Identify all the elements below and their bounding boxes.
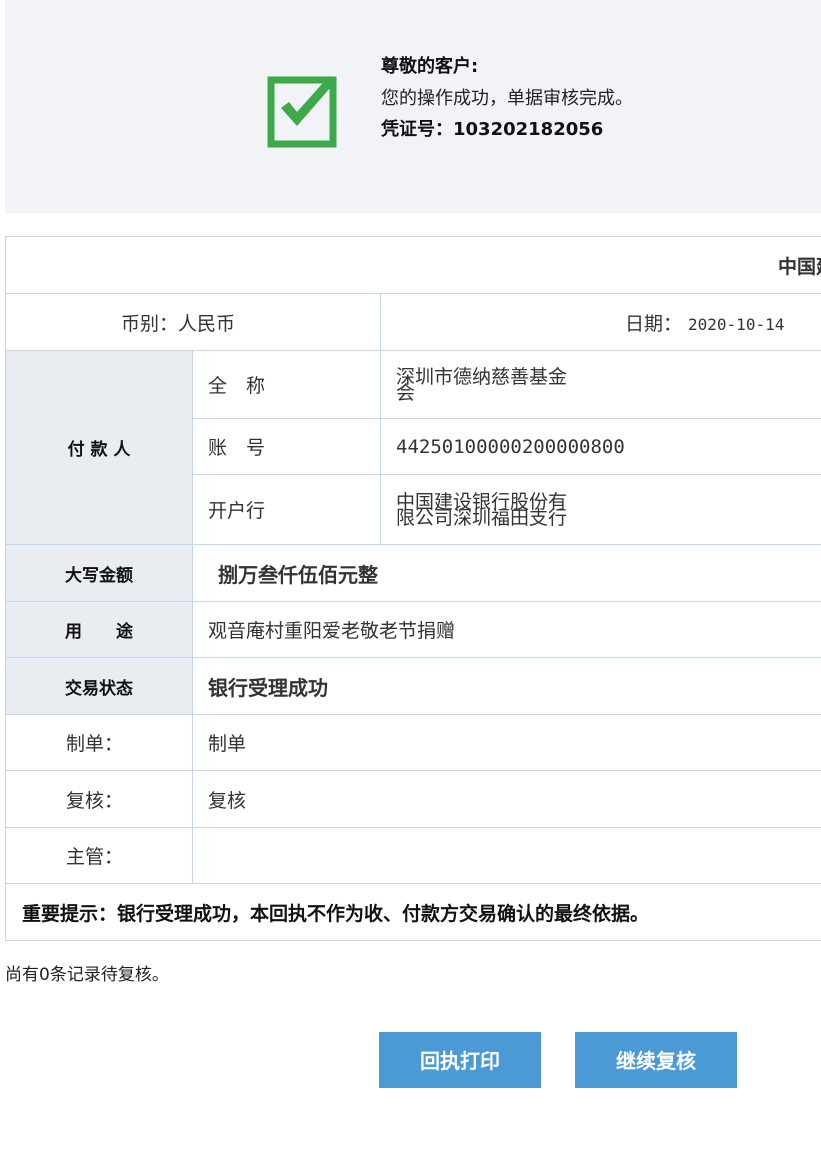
full-name-label: 全 称 [192,350,381,419]
account-value: 44250100000200000800 [379,418,821,475]
checker-value: 复核 [191,770,821,828]
voucher-value: 103202182056 [453,119,604,140]
amount-value: 捌万叁仟伍佰元整 [191,544,821,602]
greeting-text: 尊敬的客户: [381,56,479,77]
maker-value: 制单 [191,714,821,771]
status-label: 交易状态 [5,657,193,715]
currency-label: 币别： [121,312,179,335]
supervisor-label: 主管： [5,827,193,884]
success-message: 您的操作成功，单据审核完成。 [381,88,633,109]
account-label: 账 号 [192,418,381,475]
date-value: 2020-10-14 [688,314,785,334]
important-notice: 重要提示：银行受理成功，本回执不作为收、付款方交易确认的最终依据。 [4,883,821,941]
supervisor-value [191,827,821,884]
status-value: 银行受理成功 [191,657,821,715]
checker-label: 复核： [5,770,193,828]
success-notice: 尊敬的客户: 您的操作成功，单据审核完成。 凭证号：103202182056 [5,0,821,213]
purpose-label: 用 途 [5,601,193,658]
date-label: 日期： [625,312,683,335]
receipt-title: 中国建 [4,236,821,294]
maker-label: 制单： [5,714,193,771]
currency-value: 人民币 [178,312,236,335]
payer-label: 付 款 人 [5,350,193,545]
print-receipt-button[interactable]: 回执打印 [379,1032,541,1088]
date-row: 日期： 2020-10-14 [379,293,821,351]
voucher-number: 凭证号：103202182056 [381,115,633,145]
bank-value: 中国建设银行股份有限公司深圳福田支行 [396,490,568,529]
bank-label: 开户行 [192,474,381,545]
currency-row: 币别：人民币 [5,293,381,351]
voucher-label: 凭证号： [381,119,453,140]
full-name-value: 深圳市德纳慈善基金会 [396,365,568,404]
continue-review-button[interactable]: 继续复核 [575,1032,737,1088]
success-check-icon [267,76,337,148]
receipt-table: 中国建 币别：人民币 日期：2020-10-14 付 款 人 全 称 深圳市德纳… [4,236,821,941]
amount-label: 大写金额 [5,544,193,602]
pending-records-text: 尚有0条记录待复核。 [5,965,169,985]
purpose-value: 观音庵村重阳爱老敬老节捐赠 [191,601,821,658]
